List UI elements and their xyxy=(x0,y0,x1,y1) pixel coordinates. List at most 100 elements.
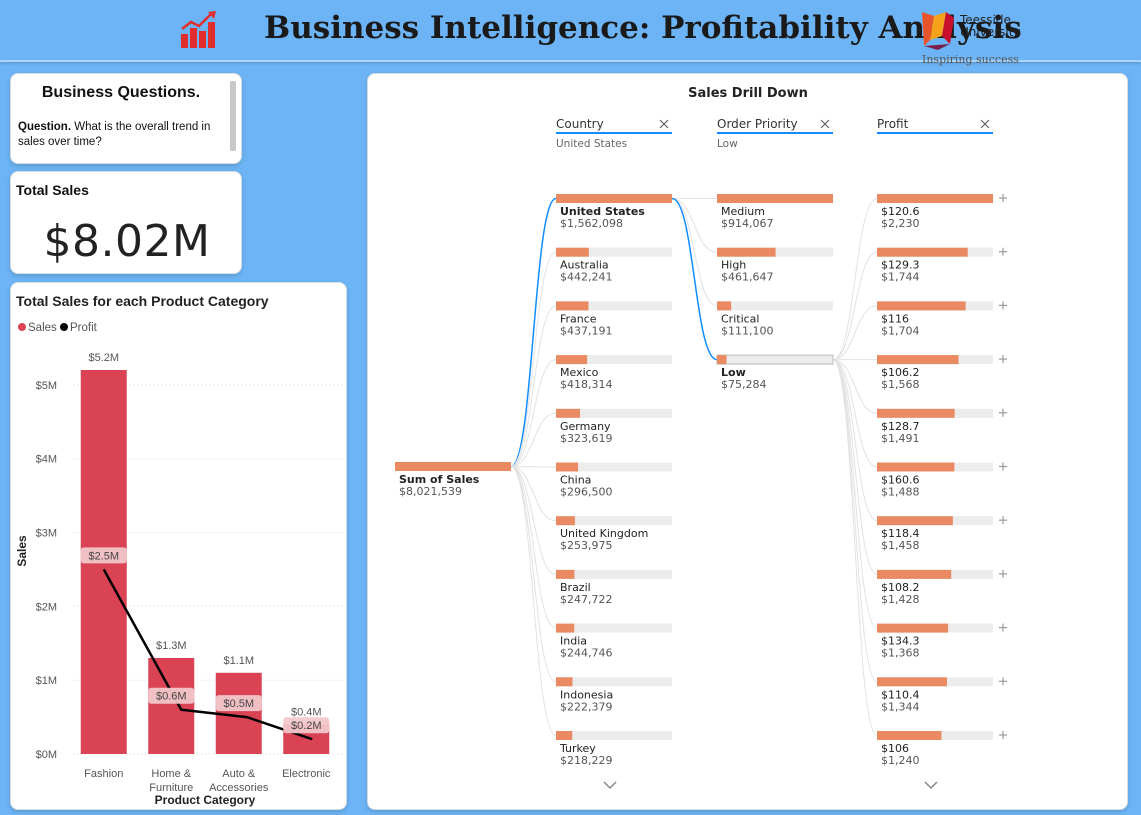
total-sales-title: Total Sales xyxy=(16,182,89,198)
x-tick-label: Home & xyxy=(151,768,191,780)
node-value: $244,746 xyxy=(560,647,613,660)
profit-node[interactable]: $108.2$1,428 xyxy=(877,569,1007,606)
connector xyxy=(510,359,557,467)
node-value: $1,704 xyxy=(881,324,920,337)
priority-node[interactable]: Low$75,284 xyxy=(716,354,834,391)
node-track xyxy=(556,677,672,687)
sales-data-label: $1.3M xyxy=(156,640,187,652)
country-node[interactable]: Australia$442,241 xyxy=(556,247,672,284)
legend-sales-marker xyxy=(18,323,26,331)
profit-node[interactable]: $110.4$1,344 xyxy=(877,677,1007,713)
bar-chart-trend-icon xyxy=(181,11,216,48)
country-node[interactable]: United Kingdom$253,975 xyxy=(556,516,672,552)
country-node[interactable]: Turkey$218,229 xyxy=(556,731,672,767)
country-node[interactable]: Mexico$418,314 xyxy=(556,355,672,391)
node-bar xyxy=(556,355,588,365)
node-value: $323,619 xyxy=(560,432,613,445)
node-bar xyxy=(877,677,947,687)
plus-icon[interactable] xyxy=(999,462,1007,471)
country-node[interactable]: China$296,500 xyxy=(556,462,672,499)
profit-node[interactable]: $106.2$1,568 xyxy=(877,355,1007,391)
plus-icon[interactable] xyxy=(999,247,1007,256)
node-value: $296,500 xyxy=(560,486,613,499)
plus-icon[interactable] xyxy=(999,731,1007,739)
drill-column-header[interactable]: Order Priority Low xyxy=(717,117,833,150)
node-value: $1,368 xyxy=(881,647,920,660)
category-sales-chart: Sales Profit $0M $1M $2M $3M $4M $5M Sales Produc… xyxy=(15,322,343,807)
profit-node[interactable]: $129.3$1,744 xyxy=(877,247,1007,284)
column-header-label: Country xyxy=(556,117,604,131)
y-axis-title: Sales xyxy=(15,535,29,567)
report-header: Business Intelligence: Profitability Ana… xyxy=(0,0,1141,66)
profit-node[interactable]: $120.6$2,230 xyxy=(877,194,1007,230)
root-bar[interactable] xyxy=(395,462,511,471)
plus-icon[interactable] xyxy=(999,677,1007,686)
plus-icon[interactable] xyxy=(999,194,1007,202)
node-bar xyxy=(717,355,727,365)
profit-node[interactable]: $118.4$1,458 xyxy=(877,516,1007,552)
x-tick-label: Electronic xyxy=(282,768,331,780)
country-node[interactable]: Germany$323,619 xyxy=(556,408,672,445)
questions-scrollbar[interactable] xyxy=(230,81,236,151)
profit-data-label: $0.2M xyxy=(291,720,322,732)
plus-icon[interactable] xyxy=(999,301,1007,310)
selected-connector xyxy=(510,197,557,468)
connector xyxy=(510,466,557,575)
close-icon[interactable] xyxy=(980,119,990,129)
plus-icon[interactable] xyxy=(999,569,1007,578)
node-value: $1,744 xyxy=(881,271,920,284)
plus-icon[interactable] xyxy=(999,516,1007,525)
x-tick-label: Auto & xyxy=(222,768,256,780)
column-header-label: Profit xyxy=(877,117,909,131)
profit-node[interactable]: $134.3$1,368 xyxy=(877,623,1007,660)
profit-node[interactable]: $106$1,240 xyxy=(877,731,1007,767)
node-bar xyxy=(717,194,833,203)
node-value: $218,229 xyxy=(560,754,613,767)
country-node[interactable]: United States$1,562,098 xyxy=(556,194,672,230)
country-node[interactable]: India$244,746 xyxy=(556,623,672,660)
node-track xyxy=(717,301,833,311)
column-filter-value: Low xyxy=(717,138,738,150)
close-icon[interactable] xyxy=(659,119,669,129)
profit-node[interactable]: $128.7$1,491 xyxy=(877,408,1007,445)
y-tick-label: $5M xyxy=(36,380,57,392)
connector xyxy=(832,305,878,361)
profit-data-label: $0.6M xyxy=(156,691,187,703)
node-value: $1,568 xyxy=(881,378,920,391)
country-node[interactable]: Indonesia$222,379 xyxy=(556,677,672,713)
chevron-down-icon[interactable] xyxy=(924,781,938,790)
node-bar xyxy=(556,408,581,418)
plus-icon[interactable] xyxy=(999,408,1007,417)
plus-icon[interactable] xyxy=(999,623,1007,632)
priority-node[interactable]: Critical$111,100 xyxy=(717,301,833,337)
node-bar xyxy=(877,194,993,203)
drill-column-header[interactable]: Profit xyxy=(877,117,993,134)
profit-line[interactable] xyxy=(102,568,313,741)
y-tick-label: $4M xyxy=(36,454,57,466)
profit-node[interactable]: $160.6$1,488 xyxy=(877,462,1007,499)
sales-data-label: $5.2M xyxy=(88,352,119,364)
question-label: Question. xyxy=(18,121,72,133)
root-value: $8,021,539 xyxy=(399,485,462,498)
node-value: $914,067 xyxy=(721,217,774,230)
category-sales-chart-card: Total Sales for each Product Category Sa… xyxy=(10,282,347,810)
node-bar xyxy=(877,301,966,311)
legend-profit-marker xyxy=(60,323,68,331)
profit-node[interactable]: $116$1,704 xyxy=(877,301,1007,337)
close-icon[interactable] xyxy=(820,119,830,129)
priority-node[interactable]: High$461,647 xyxy=(717,247,833,284)
priority-node[interactable]: Medium$914,067 xyxy=(717,194,833,230)
node-bar xyxy=(556,731,573,740)
x-tick-label: Furniture xyxy=(149,782,193,794)
plus-icon[interactable] xyxy=(999,355,1007,364)
node-value: $1,458 xyxy=(881,539,920,552)
connector xyxy=(832,198,878,361)
country-node[interactable]: Brazil$247,722 xyxy=(556,569,672,606)
country-node[interactable]: France$437,191 xyxy=(556,301,672,337)
chevron-down-icon[interactable] xyxy=(603,781,617,790)
drill-column-header[interactable]: Country United States xyxy=(556,117,672,150)
sales-drill-down-card: Sales Drill Down Country United States Orde… xyxy=(367,73,1128,810)
sales-bar[interactable] xyxy=(148,658,195,754)
node-bar xyxy=(877,731,942,740)
node-track xyxy=(716,354,834,365)
